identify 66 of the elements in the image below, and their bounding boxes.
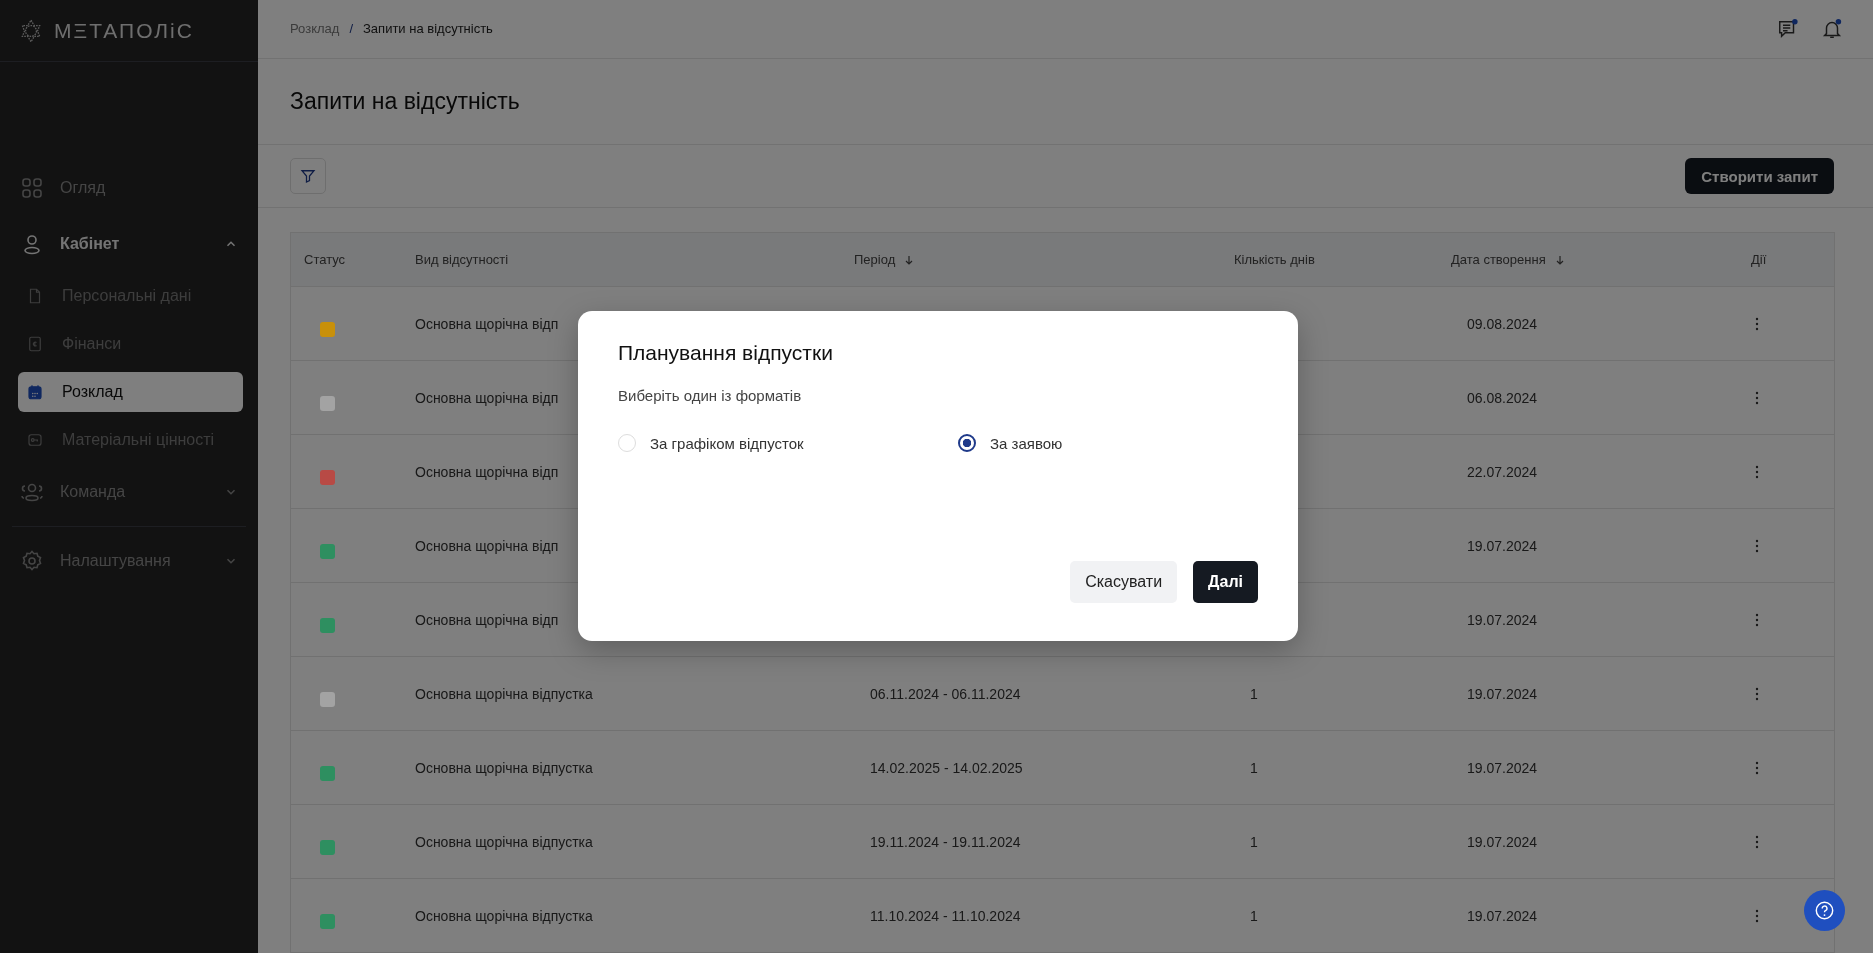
table-cell: 1 <box>1250 685 1258 702</box>
table-cell: 1 <box>1250 759 1258 776</box>
nav-icon <box>26 383 44 401</box>
notification-bell-icon[interactable] <box>1821 17 1843 40</box>
table-cell: Основна щорічна відпустка <box>415 685 593 702</box>
help-button[interactable] <box>1804 890 1845 931</box>
table-cell: Основна щорічна відп <box>415 389 559 406</box>
modal-title: Планування відпустки <box>618 341 834 365</box>
table-cell: 19.07.2024 <box>1467 759 1538 776</box>
filter-button[interactable] <box>290 158 326 195</box>
table-cell: 19.07.2024 <box>1467 907 1538 924</box>
table-cell: Основна щорічна відп <box>415 611 559 628</box>
nav-icon <box>26 431 44 449</box>
filter-icon <box>299 167 317 186</box>
column-header: Період <box>854 233 1234 286</box>
page-title: Запити на відсутність <box>290 88 520 116</box>
table-cell: 14.02.2025 - 14.02.2025 <box>870 759 1023 776</box>
breadcrumb-separator: / <box>349 21 353 37</box>
more-options-icon[interactable] <box>1755 686 1759 701</box>
more-options-icon[interactable] <box>1755 538 1759 553</box>
modal-subtitle: Виберіть один із форматів <box>618 387 803 404</box>
table-cell: 06.11.2024 - 06.11.2024 <box>870 685 1021 702</box>
more-options-icon[interactable] <box>1755 908 1759 923</box>
column-header: Статус <box>303 251 347 269</box>
breadcrumb-item[interactable]: Розклад <box>290 21 340 37</box>
radio-label[interactable]: За графіком відпусток <box>650 434 804 452</box>
table-cell: 09.08.2024 <box>1467 315 1538 332</box>
table-cell: 11.10.2024 - 11.10.2024 <box>870 907 1021 924</box>
table-cell: 19.07.2024 <box>1467 611 1538 628</box>
more-options-icon[interactable] <box>1755 390 1759 405</box>
table-cell: Основна щорічна відпустка <box>415 907 593 924</box>
chat-icon[interactable] <box>1777 17 1799 40</box>
table-cell: Основна щорічна відп <box>415 463 559 480</box>
sidebar-subitem[interactable]: Розклад <box>18 372 243 412</box>
column-header: Кількість днів <box>1234 251 1316 269</box>
radio-label[interactable]: За заявою <box>990 434 1063 452</box>
next-button[interactable]: Далі <box>1193 561 1258 603</box>
nav-icon <box>20 176 44 200</box>
table-cell: 19.07.2024 <box>1467 833 1538 850</box>
table-cell: 1 <box>1250 907 1258 924</box>
column-header: Вид відсутності <box>415 251 510 269</box>
radio-button[interactable] <box>958 434 976 452</box>
table-cell: Основна щорічна відпустка <box>415 833 593 850</box>
breadcrumb-item: Запити на відсутність <box>363 21 493 37</box>
column-header: Дата створення <box>1451 233 1751 286</box>
table-cell: 06.08.2024 <box>1467 389 1538 406</box>
table-cell: Основна щорічна відп <box>415 537 559 554</box>
table-cell: 19.07.2024 <box>1467 685 1538 702</box>
column-header: Дії <box>1751 251 1768 269</box>
more-options-icon[interactable] <box>1755 760 1759 775</box>
cancel-button[interactable]: Скасувати <box>1070 561 1178 603</box>
table-cell: 19.07.2024 <box>1467 537 1538 554</box>
more-options-icon[interactable] <box>1755 834 1759 849</box>
nav-icon <box>26 335 44 353</box>
sidebar-item[interactable]: Кабінет <box>0 216 258 272</box>
more-options-icon[interactable] <box>1755 612 1759 627</box>
nav-icon <box>20 549 44 573</box>
more-options-icon[interactable] <box>1755 316 1759 331</box>
table-cell: 1 <box>1250 833 1258 850</box>
table-cell: 19.11.2024 - 19.11.2024 <box>870 833 1021 850</box>
create-request-button[interactable]: Створити запит <box>1685 158 1834 195</box>
more-options-icon[interactable] <box>1755 464 1759 479</box>
table-cell: Основна щорічна відпустка <box>415 759 593 776</box>
table-cell: 22.07.2024 <box>1467 463 1538 480</box>
table-cell: Основна щорічна відп <box>415 315 559 332</box>
logo-text: МΞТАПОЛіС <box>54 18 194 43</box>
